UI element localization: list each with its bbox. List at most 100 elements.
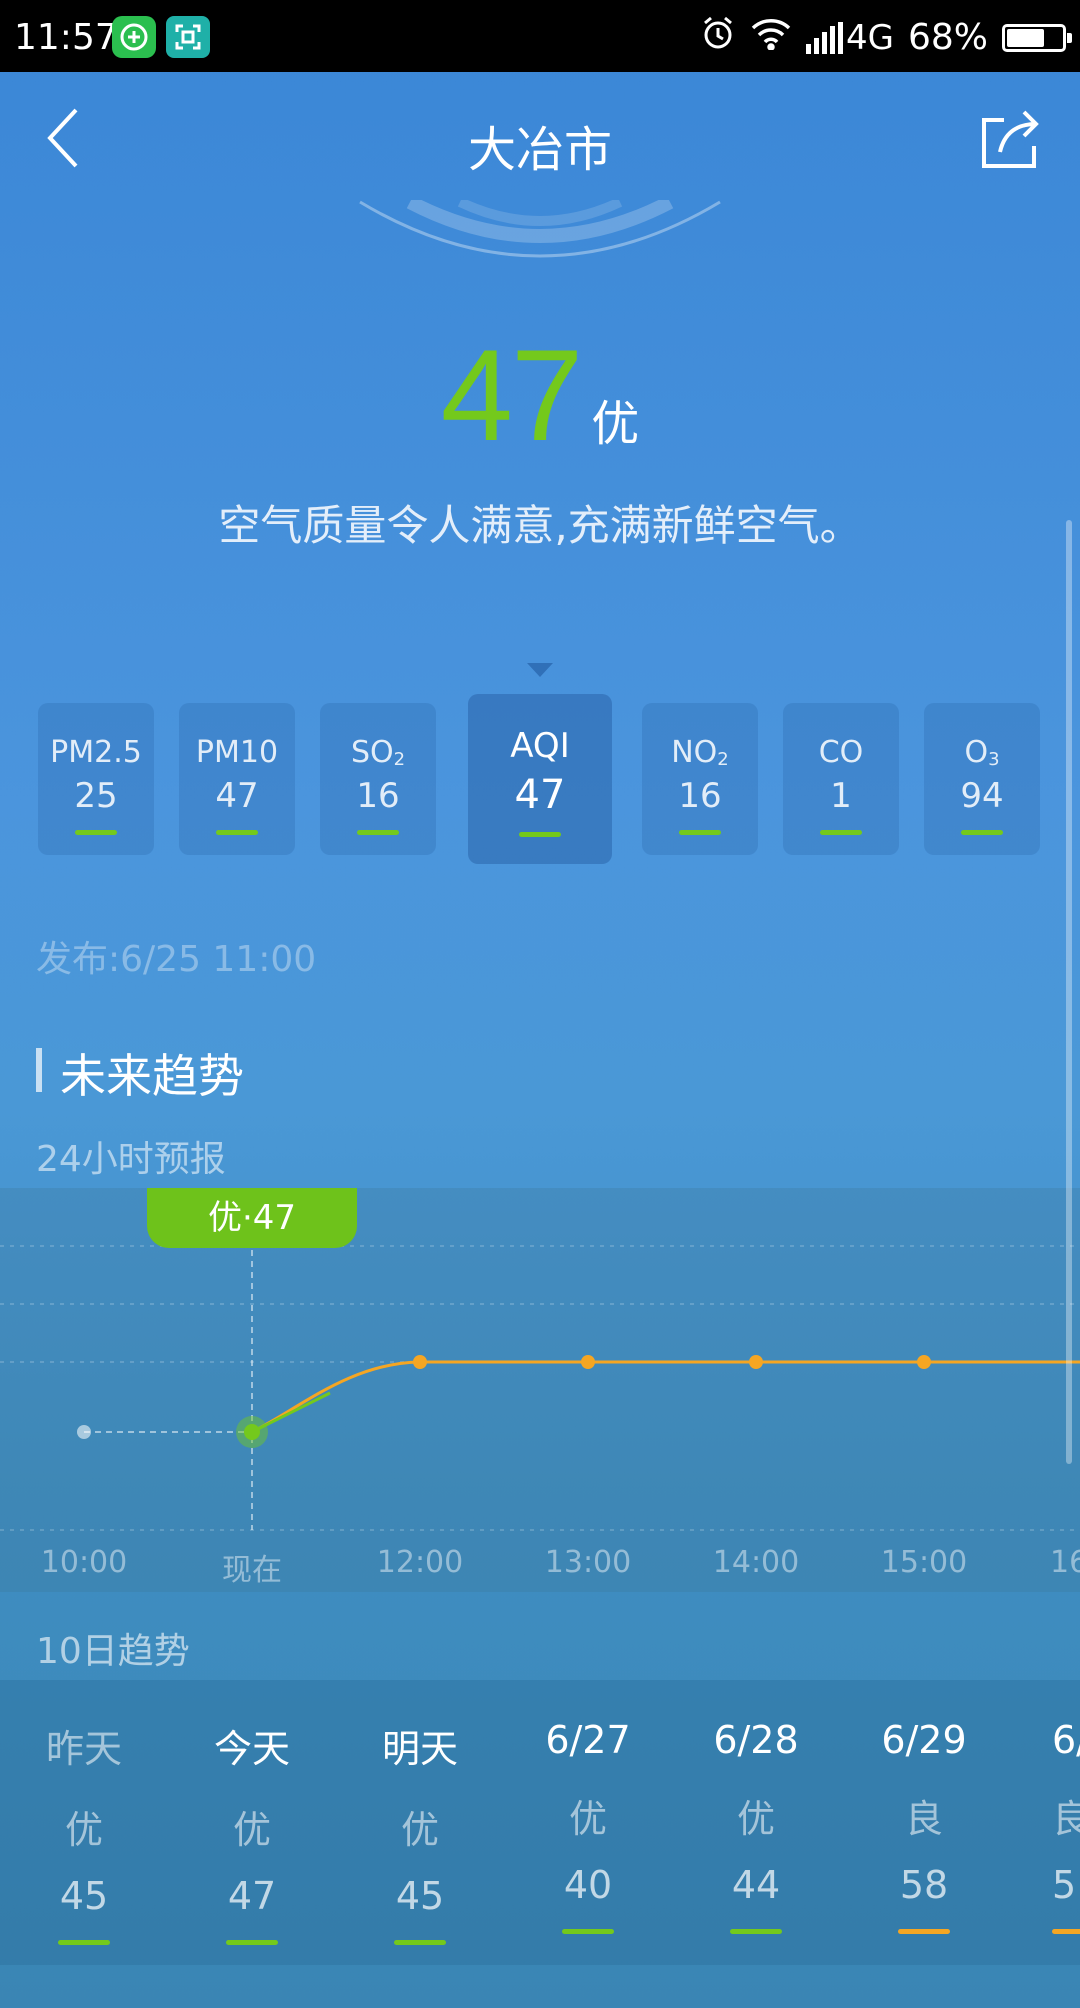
day-level-bar [394, 1940, 446, 1945]
pollutant-card-aqi[interactable]: AQI 47 [468, 694, 612, 864]
pollutant-name: PM10 [195, 735, 279, 770]
day-name: 6/28 [713, 1718, 799, 1762]
day-item[interactable]: 昨天优 45 [0, 1680, 168, 1945]
pollutant-value: 94 [960, 776, 1004, 816]
pollutant-level-bar [75, 830, 117, 835]
day-value: 45 [395, 1874, 445, 1918]
hour-label: 14:00 [712, 1545, 800, 1580]
hour-label: 12:00 [376, 1545, 464, 1580]
day-name: 今天 [213, 1727, 290, 1771]
day-item[interactable]: 明天优 45 [336, 1680, 504, 1945]
aqi-dial-decoration [359, 200, 721, 258]
point-13-00 [581, 1355, 595, 1369]
battery-percent: 68% [907, 17, 988, 58]
hour-label: 10:00 [40, 1545, 128, 1580]
pollutant-card-no2[interactable]: NO2 16 [642, 703, 758, 855]
pollutant-value: 16 [678, 776, 722, 816]
share-icon [982, 110, 1039, 168]
day-name: 6/29 [881, 1718, 967, 1762]
scrollbar[interactable] [1066, 520, 1072, 1464]
pollutant-level-bar [679, 830, 721, 835]
day-value: 44 [731, 1863, 781, 1907]
day-level-bar [898, 1929, 950, 1934]
day-level: 优 [64, 1808, 103, 1852]
aqi-description: 空气质量令人满意,充满新鲜空气。 [218, 501, 862, 550]
pollutant-level-bar [519, 832, 561, 837]
network-type: 4G [846, 17, 894, 58]
day-item[interactable]: 6/27 优 40 [504, 1680, 672, 1934]
day-level: 优 [232, 1808, 271, 1852]
pollutant-value: 47 [215, 776, 259, 816]
hour-label: 16 [1050, 1545, 1080, 1580]
share-button[interactable] [974, 102, 1044, 172]
pollutant-name: AQI [510, 726, 570, 766]
hourly-forecast-title: 24小时预报 [36, 1139, 226, 1180]
forecast-line [251, 1360, 1080, 1434]
alarm-icon [700, 15, 736, 60]
battery-icon [1002, 23, 1072, 52]
day-level: 优 [736, 1797, 775, 1841]
day-level-bar [1052, 1929, 1080, 1934]
pollutant-value: 25 [74, 776, 118, 816]
hourly-chart[interactable] [0, 1188, 1080, 1592]
day-level-bar [58, 1940, 110, 1945]
point-15-00 [917, 1355, 931, 1369]
page-title: 大冶市 [467, 122, 612, 178]
day-value: 5 [1052, 1863, 1077, 1907]
pollutant-level-bar [820, 830, 862, 835]
day-value: 58 [899, 1863, 949, 1907]
aqi-value: 47 [440, 322, 584, 468]
day-value: 45 [59, 1874, 109, 1918]
pollutant-card-o3[interactable]: O3 94 [924, 703, 1040, 855]
day-level-bar [226, 1940, 278, 1945]
wifi-icon [750, 16, 792, 59]
hour-label: 15:00 [880, 1545, 968, 1580]
section-title-future: 未来趋势 [36, 1040, 244, 1106]
day-name: 明天 [381, 1727, 458, 1771]
day-item[interactable]: 6/28 优 44 [672, 1680, 840, 1934]
pollutant-card-co[interactable]: CO 1 [783, 703, 899, 855]
hourly-chart-svg [0, 1228, 1080, 1531]
day-value: 40 [563, 1863, 613, 1907]
point-10-00 [77, 1425, 91, 1439]
day-level-bar [562, 1929, 614, 1934]
day-level: 优 [400, 1808, 439, 1852]
day-value: 47 [227, 1874, 277, 1918]
pollutant-level-bar [216, 830, 258, 835]
pollutant-level-bar [357, 830, 399, 835]
top-bar: 大冶市 [0, 72, 1080, 202]
pollutant-level-bar [961, 830, 1003, 835]
day-item[interactable]: 6/良 5 [1052, 1680, 1080, 1934]
aqi-headline: 47 优 [0, 320, 1080, 470]
signal-icon: 4G [806, 18, 894, 58]
pollutant-value: 16 [356, 776, 400, 816]
pollutant-name: O3 [964, 735, 1000, 770]
pollutant-name: SO2 [350, 735, 406, 770]
current-aqi-bubble: 优·47 [147, 1188, 357, 1248]
app-notification-icon [112, 16, 156, 58]
day-name: 6/27 [545, 1718, 631, 1762]
day-level: 良 [904, 1797, 943, 1841]
scan-notification-icon [166, 16, 210, 58]
point-12-00 [413, 1355, 427, 1369]
pollutant-card-pm25[interactable]: PM2.5 25 [38, 703, 154, 855]
status-bar: 11:57 4G 68% [0, 0, 1080, 72]
day-item[interactable]: 6/29 良 58 [840, 1680, 1008, 1934]
publish-time: 发布:6/25 11:00 [36, 939, 317, 980]
point-14-00 [749, 1355, 763, 1369]
hour-label: 现在 [222, 1553, 282, 1588]
point-now [244, 1424, 260, 1440]
pollutant-card-so2[interactable]: SO2 16 [320, 703, 436, 855]
day-item[interactable]: 今天优 47 [168, 1680, 336, 1945]
day-level-bar [730, 1929, 782, 1934]
selected-pointer [527, 663, 553, 677]
pollutant-value: 47 [514, 772, 566, 818]
ten-day-title: 10日趋势 [36, 1631, 190, 1672]
pollutant-name: PM2.5 [50, 735, 142, 770]
day-level: 优 [568, 1797, 607, 1841]
pollutant-name: CO [818, 735, 864, 770]
pollutant-card-pm10[interactable]: PM10 47 [179, 703, 295, 855]
day-name: 6/ [1052, 1718, 1080, 1762]
day-level: 良 [1052, 1797, 1080, 1841]
ten-day-list[interactable]: 昨天优 45 今天优 47 明天优 45 6/27 优 40 6/28 优 44 6/29 良 58 6/良 5 [0, 1680, 1080, 1965]
